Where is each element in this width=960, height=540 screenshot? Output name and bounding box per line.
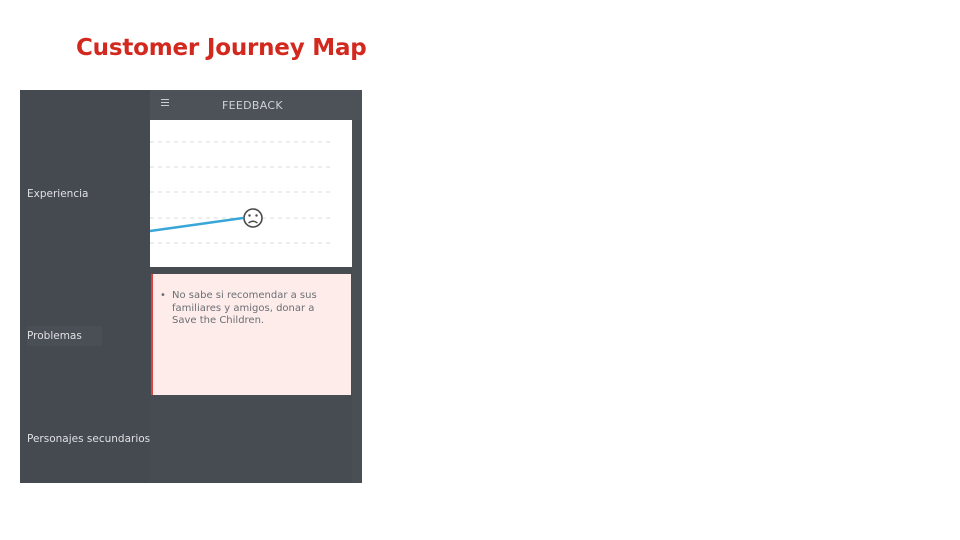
experience-line xyxy=(149,216,244,233)
sad-face-icon xyxy=(243,208,263,228)
row-labels-column: Experiencia Problemas Personajes secunda… xyxy=(20,90,150,483)
row-label-problems: Problemas xyxy=(27,326,102,346)
problems-list: No sabe si recomendar a sus familiares y… xyxy=(153,274,351,328)
scroll-edge xyxy=(352,120,362,483)
stage-header: FEEDBACK xyxy=(150,90,362,120)
experience-panel xyxy=(149,120,352,267)
stage-title: FEEDBACK xyxy=(222,99,283,112)
problems-panel: No sabe si recomendar a sus familiares y… xyxy=(151,274,351,395)
experience-chart xyxy=(149,141,334,244)
slide-title: Customer Journey Map xyxy=(76,35,367,61)
list-item: No sabe si recomendar a sus familiares y… xyxy=(160,290,341,328)
row-label-experience: Experiencia xyxy=(27,188,89,200)
hamburger-menu-icon[interactable] xyxy=(161,99,169,107)
journey-map-screenshot: Experiencia Problemas Personajes secunda… xyxy=(20,90,362,483)
row-label-secondary-characters: Personajes secundarios xyxy=(27,433,151,445)
